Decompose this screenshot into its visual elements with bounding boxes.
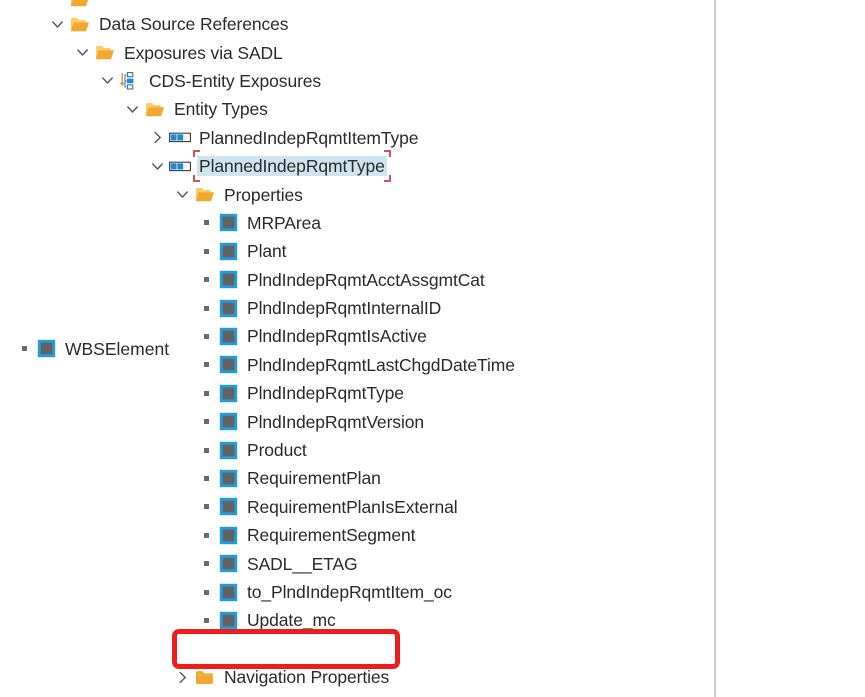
leaf-bullet-icon <box>14 338 34 360</box>
annotated-row-wbselement[interactable]: WBSElement <box>0 0 865 697</box>
property-icon <box>34 338 58 360</box>
property-icon <box>37 339 56 358</box>
screenshot-root: Data Source ReferencesExposures via SADL… <box>0 0 865 697</box>
annotated-row-label[interactable]: WBSElement <box>63 338 171 360</box>
